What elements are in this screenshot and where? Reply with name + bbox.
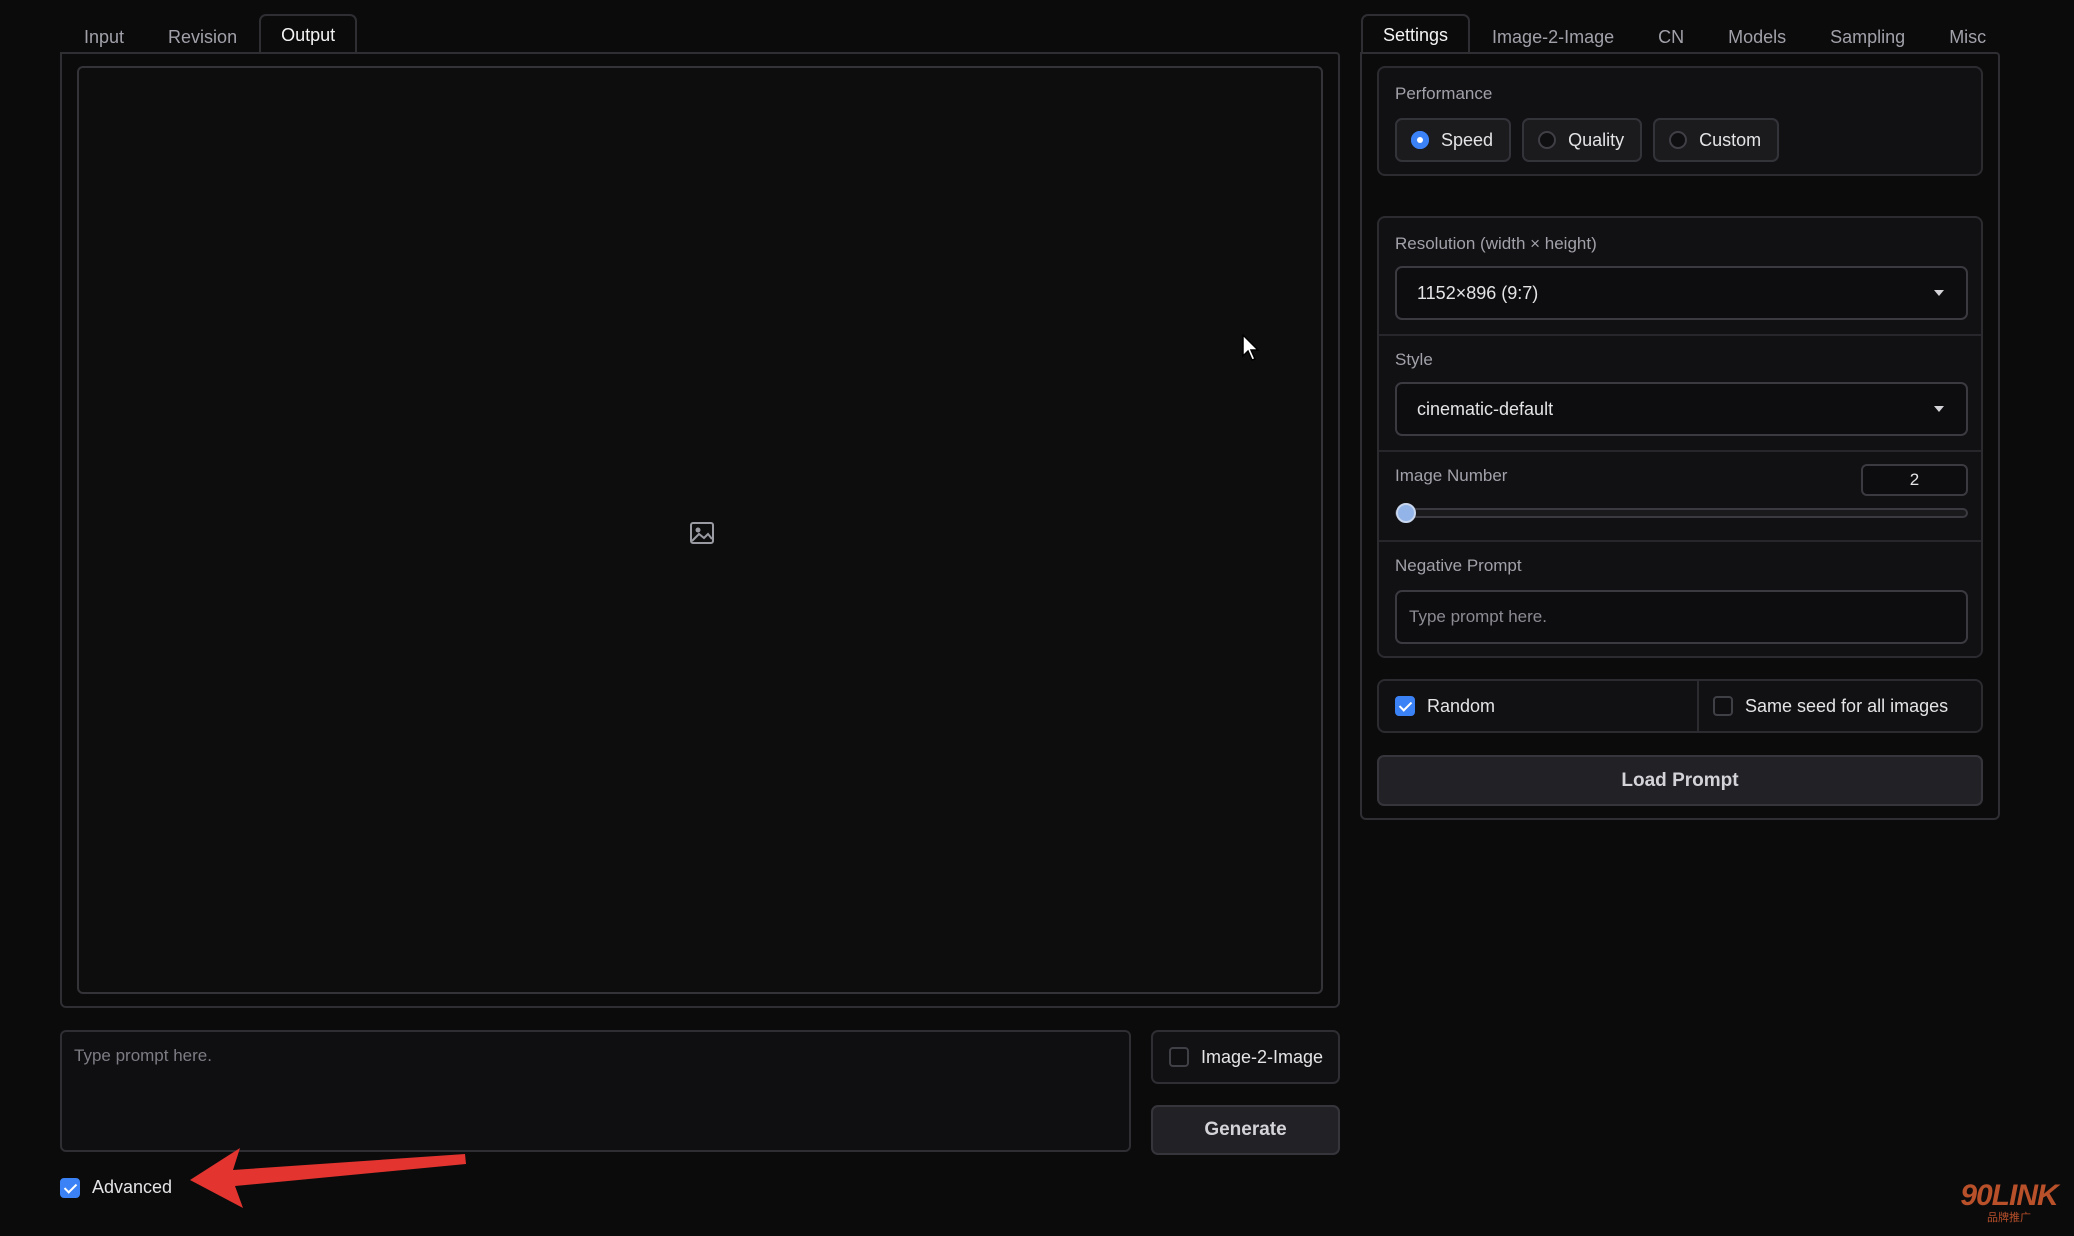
resolution-label: Resolution (width × height): [1395, 234, 1597, 253]
style-label: Style: [1395, 350, 1433, 369]
tab-sampling[interactable]: Sampling: [1808, 16, 1927, 54]
same-seed-label: Same seed for all images: [1745, 695, 1949, 716]
annotation-arrow-icon: [190, 1148, 466, 1208]
negative-prompt-label: Negative Prompt: [1395, 556, 1522, 575]
option-label: Custom: [1699, 129, 1762, 150]
tab-settings[interactable]: Settings: [1361, 14, 1471, 54]
watermark-logo: 90LINK 品牌推广: [1954, 1179, 2064, 1225]
style-value: cinematic-default: [1417, 398, 1554, 419]
tab-image2image[interactable]: Image-2-Image: [1470, 16, 1636, 54]
performance-options: Speed Quality Custom: [1395, 118, 1780, 162]
watermark-text: 90LINK: [1960, 1179, 2058, 1212]
style-select[interactable]: cinematic-default: [1395, 382, 1968, 436]
chevron-down-icon: [1934, 406, 1944, 412]
advanced-label: Advanced: [92, 1177, 173, 1197]
image2image-toggle[interactable]: Image-2-Image: [1151, 1030, 1340, 1084]
random-label: Random: [1427, 695, 1496, 716]
radio-dot: [1538, 131, 1557, 149]
negative-prompt-input[interactable]: Type prompt here.: [1395, 590, 1968, 644]
watermark-subtext: 品牌推广: [1987, 1212, 2031, 1224]
image-number-label: Image Number: [1395, 466, 1508, 485]
option-label: Quality: [1568, 129, 1625, 150]
performance-option-speed[interactable]: Speed: [1395, 118, 1512, 162]
same-seed-checkbox[interactable]: [1713, 696, 1733, 716]
image-placeholder-icon: [690, 522, 714, 544]
random-toggle[interactable]: Random: [1379, 681, 1699, 731]
output-gallery: [77, 66, 1323, 994]
performance-label: Performance: [1395, 84, 1493, 103]
mouse-cursor-icon: [1242, 334, 1260, 361]
prompt-input[interactable]: Type prompt here.: [60, 1030, 1131, 1152]
performance-option-custom[interactable]: Custom: [1653, 118, 1780, 162]
option-label: Speed: [1441, 129, 1494, 150]
same-seed-toggle[interactable]: Same seed for all images: [1699, 681, 1981, 731]
tab-output[interactable]: Output: [259, 14, 358, 54]
tab-revision[interactable]: Revision: [146, 16, 259, 54]
radio-dot: [1669, 131, 1688, 149]
resolution-select[interactable]: 1152×896 (9:7): [1395, 266, 1968, 320]
generate-button[interactable]: Generate: [1151, 1105, 1340, 1155]
resolution-value: 1152×896 (9:7): [1417, 282, 1539, 303]
image2image-label: Image-2-Image: [1201, 1046, 1324, 1067]
image-number-input[interactable]: 2: [1861, 464, 1968, 496]
performance-group: Performance Speed Quality Custom: [1377, 66, 1983, 176]
load-prompt-button[interactable]: Load Prompt: [1377, 755, 1983, 806]
performance-option-quality[interactable]: Quality: [1522, 118, 1643, 162]
image2image-checkbox[interactable]: [1169, 1047, 1189, 1067]
tab-cn[interactable]: CN: [1636, 16, 1706, 54]
image-number-slider-handle[interactable]: [1396, 503, 1416, 523]
tab-misc[interactable]: Misc: [1927, 16, 2008, 54]
tab-models[interactable]: Models: [1706, 16, 1808, 54]
advanced-toggle[interactable]: Advanced: [60, 1177, 172, 1198]
seed-options-group: Random Same seed for all images: [1377, 679, 1983, 733]
advanced-checkbox[interactable]: [60, 1177, 80, 1198]
image-number-slider-track[interactable]: [1395, 508, 1968, 518]
right-tab-bar: Settings Image-2-Image CN Models Samplin…: [1361, 14, 2008, 54]
tab-input[interactable]: Input: [62, 16, 146, 54]
radio-dot-selected: [1411, 131, 1429, 149]
left-tab-bar: Input Revision Output: [62, 14, 358, 54]
generation-settings-group: Resolution (width × height) 1152×896 (9:…: [1377, 216, 1983, 658]
random-checkbox[interactable]: [1395, 696, 1415, 716]
chevron-down-icon: [1934, 290, 1944, 296]
